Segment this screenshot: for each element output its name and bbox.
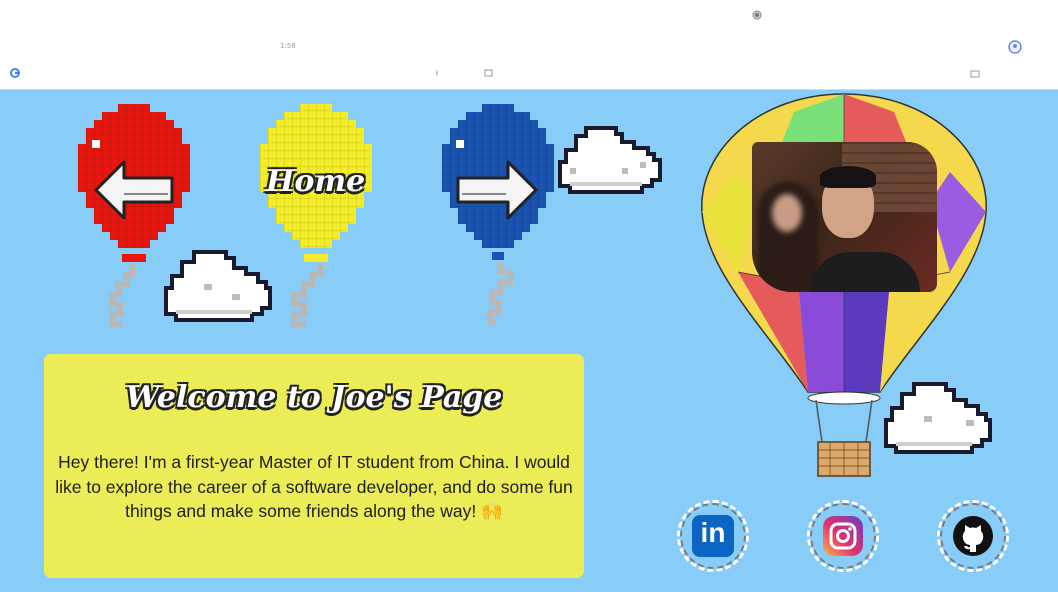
blue-balloon-icon: [442, 104, 554, 325]
linkedin-button[interactable]: in: [677, 500, 749, 572]
browser-top-strip: 1:58: [0, 0, 1058, 90]
google-icon[interactable]: [10, 68, 20, 78]
instagram-icon: [823, 516, 863, 556]
linkedin-icon: in: [692, 515, 734, 557]
welcome-text: Hey there! I'm a first-year Master of IT…: [55, 452, 573, 521]
record-icon[interactable]: [752, 10, 762, 20]
profile-photo: [752, 142, 937, 292]
welcome-title: Welcome to Joe's Page: [125, 380, 503, 415]
small-clock-text: 1:58: [280, 42, 296, 50]
welcome-card: Welcome to Joe's Page Hey there! I'm a f…: [44, 354, 584, 578]
profile-icon[interactable]: [1008, 40, 1022, 54]
linkedin-label: in: [700, 517, 726, 548]
home-label[interactable]: Home: [266, 164, 365, 199]
github-button[interactable]: [937, 500, 1009, 572]
pin-icon[interactable]: [432, 68, 442, 78]
folder-icon[interactable]: [970, 68, 980, 78]
cloud-icon: [164, 250, 272, 322]
sky-scene: Home Welcome to Joe's Page Hey there! I'…: [0, 90, 1058, 592]
github-icon: [953, 516, 993, 556]
camera-icon[interactable]: [484, 68, 494, 78]
instagram-button[interactable]: [807, 500, 879, 572]
forward-balloon-button[interactable]: [434, 102, 564, 340]
cloud-icon: [558, 126, 662, 194]
